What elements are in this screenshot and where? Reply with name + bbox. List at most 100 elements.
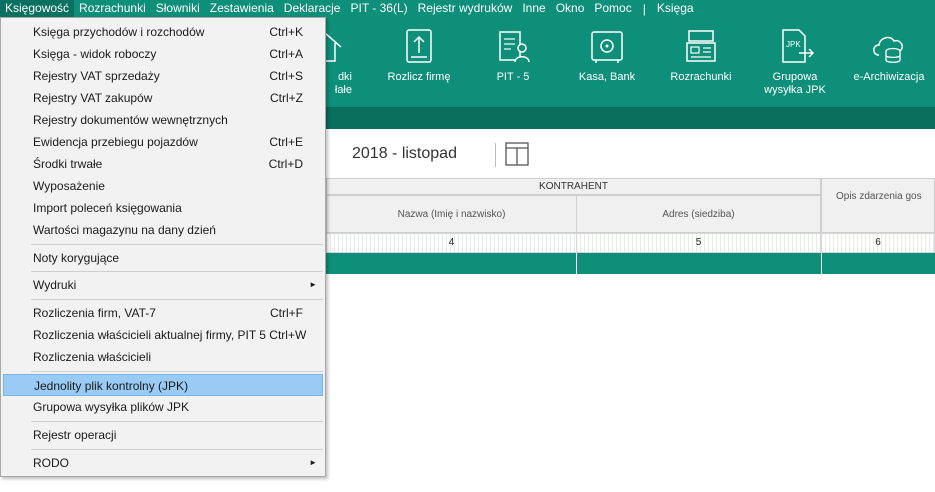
table-row[interactable] bbox=[326, 253, 577, 274]
menu-separator bbox=[31, 271, 323, 272]
menu-item-label: Jednolity plik kontrolny (JPK) bbox=[34, 379, 189, 393]
menu-item-wyposazenie[interactable]: Wyposażenie bbox=[3, 175, 323, 197]
column-layout-icon[interactable] bbox=[505, 142, 529, 169]
cloud-database-icon bbox=[873, 36, 903, 63]
menu-item-rozliczenia-wlascicieli[interactable]: Rozliczenia właścicieli bbox=[3, 346, 323, 368]
menu-item-rozliczenia-wlascicieli-aktualnej-firmy[interactable]: Rozliczenia właścicieli aktualnej firmy,… bbox=[3, 324, 323, 346]
menu-item-label: Środki trwałe bbox=[33, 157, 103, 171]
menu-item-noty-korygujace[interactable]: Noty korygujące bbox=[3, 247, 323, 269]
kontrahent-group-header: KONTRAHENT bbox=[326, 178, 821, 195]
menu-item-shortcut: Ctrl+S bbox=[269, 69, 303, 83]
toolbar-pit5-button[interactable]: PIT - 5 bbox=[468, 27, 558, 84]
menu-item-label: Grupowa wysyłka plików JPK bbox=[33, 400, 190, 414]
menu-item-label: RODO bbox=[33, 456, 69, 470]
menu-rejestr-wydrukow[interactable]: Rejestr wydruków bbox=[413, 0, 518, 17]
document-upload-icon bbox=[406, 29, 432, 63]
toolbar-grupowa-label: Grupowa bbox=[772, 71, 818, 83]
menu-zestawienia[interactable]: Zestawienia bbox=[205, 0, 279, 17]
col-header-address[interactable]: Adres (siedziba) bbox=[576, 195, 821, 233]
toolbar-grupowa-wysylka-jpk-button[interactable]: JPK Grupowa wysyłka JPK bbox=[750, 27, 840, 97]
col-header-name[interactable]: Nazwa (Imię i nazwisko) bbox=[326, 195, 577, 233]
col-header-opis[interactable]: Opis zdarzenia gos bbox=[821, 178, 935, 233]
menu-item-jednolity-plik-kontrolny[interactable]: Jednolity plik kontrolny (JPK) bbox=[3, 374, 323, 396]
submenu-arrow-icon: ► bbox=[309, 280, 317, 289]
menu-bar: Księgowość Rozrachunki Słowniki Zestawie… bbox=[0, 0, 935, 17]
col-number-4: 4 bbox=[326, 233, 577, 253]
menu-item-label: Rejestry VAT sprzedaży bbox=[33, 69, 160, 83]
menu-item-ewidencja-przebiegu-pojazdow[interactable]: Ewidencja przebiegu pojazdów Ctrl+E bbox=[3, 131, 323, 153]
menu-item-shortcut: Ctrl+A bbox=[269, 47, 303, 61]
toolbar-e-archiwizacja-button[interactable]: e-Archiwizacja bbox=[844, 27, 934, 84]
period-divider bbox=[495, 143, 496, 167]
menu-item-rejestry-vat-sprzedazy[interactable]: Rejestry VAT sprzedaży Ctrl+S bbox=[3, 65, 323, 87]
svg-text:JPK: JPK bbox=[786, 40, 801, 49]
menu-item-ksiega-przychodow[interactable]: Księga przychodów i rozchodów Ctrl+K bbox=[3, 21, 323, 43]
menu-item-label: Rozliczenia właścicieli bbox=[33, 350, 152, 364]
menu-item-rejestry-dokumentow-wewnetrznych[interactable]: Rejestry dokumentów wewnętrznych bbox=[3, 109, 323, 131]
menu-item-label: Wartości magazynu na dany dzień bbox=[33, 223, 216, 237]
menu-deklaracje[interactable]: Deklaracje bbox=[279, 0, 346, 17]
col-number-6: 6 bbox=[821, 233, 935, 253]
period-label: 2018 - listopad bbox=[352, 145, 457, 162]
menu-okno[interactable]: Okno bbox=[551, 0, 590, 17]
menu-item-rozliczenia-firm-vat7[interactable]: Rozliczenia firm, VAT-7 Ctrl+F bbox=[3, 302, 323, 324]
ksiegowosc-dropdown-menu: Księga przychodów i rozchodów Ctrl+K Ksi… bbox=[0, 17, 326, 477]
toolbar-kasa-bank-label: Kasa, Bank bbox=[578, 71, 636, 83]
menu-pit36[interactable]: PIT - 36(L) bbox=[345, 0, 412, 17]
menu-item-label: Wydruki bbox=[33, 278, 77, 292]
menu-item-rejestr-operacji[interactable]: Rejestr operacji bbox=[3, 424, 323, 446]
menu-rozrachunki[interactable]: Rozrachunki bbox=[74, 0, 151, 17]
menu-item-shortcut: Ctrl+D bbox=[268, 157, 303, 171]
menu-slowniki[interactable]: Słowniki bbox=[151, 0, 205, 17]
menu-item-label: Import poleceń księgowania bbox=[33, 201, 182, 215]
menu-item-shortcut: Ctrl+K bbox=[269, 25, 303, 39]
menu-item-wartosci-magazynu[interactable]: Wartości magazynu na dany dzień bbox=[3, 219, 323, 241]
submenu-arrow-icon: ► bbox=[309, 458, 317, 467]
menu-item-rejestry-vat-zakupow[interactable]: Rejestry VAT zakupów Ctrl+Z bbox=[3, 87, 323, 109]
cash-register-icon bbox=[686, 30, 716, 62]
menu-pomoc[interactable]: Pomoc bbox=[589, 0, 636, 17]
menu-item-label: Rozliczenia firm, VAT-7 bbox=[33, 306, 156, 320]
menu-item-srodki-trwale[interactable]: Środki trwałe Ctrl+D bbox=[3, 153, 323, 175]
menu-item-label: Rejestry dokumentów wewnętrznych bbox=[33, 113, 228, 127]
menu-separator: | bbox=[642, 1, 646, 16]
toolbar-rozrachunki-button[interactable]: Rozrachunki bbox=[656, 27, 746, 84]
toolbar-partial-label-2: łałe bbox=[334, 84, 352, 96]
menu-separator bbox=[31, 299, 323, 300]
menu-item-label: Rozliczenia właścicieli aktualnej firmy,… bbox=[33, 328, 307, 342]
menu-item-label: Noty korygujące bbox=[33, 251, 120, 265]
menu-item-import-polecen-ksiegowania[interactable]: Import poleceń księgowania bbox=[3, 197, 323, 219]
toolbar-pit5-label: PIT - 5 bbox=[496, 71, 530, 83]
menu-inne[interactable]: Inne bbox=[517, 0, 550, 17]
menu-item-label: Ewidencja przebiegu pojazdów bbox=[33, 135, 198, 149]
menu-item-shortcut: Ctrl+E bbox=[269, 135, 303, 149]
menu-item-label: Księga - widok roboczy bbox=[33, 47, 157, 61]
menu-item-ksiega-widok-roboczy[interactable]: Księga - widok roboczy Ctrl+A bbox=[3, 43, 323, 65]
menu-ksiega[interactable]: Księga bbox=[652, 0, 699, 17]
menu-item-label: Księga przychodów i rozchodów bbox=[33, 25, 205, 39]
menu-item-wydruki[interactable]: Wydruki ► bbox=[3, 274, 323, 296]
toolbar-rozrachunki-label: Rozrachunki bbox=[670, 71, 732, 83]
menu-separator bbox=[31, 371, 323, 372]
toolbar-e-archiwizacja-label: e-Archiwizacja bbox=[853, 71, 925, 83]
menu-ksiegowosc[interactable]: Księgowość bbox=[0, 0, 75, 17]
menu-item-shortcut: Ctrl+Z bbox=[270, 91, 303, 105]
person-form-icon bbox=[499, 31, 530, 63]
toolbar-partial-label: dki bbox=[337, 71, 352, 83]
menu-item-rodo[interactable]: RODO ► bbox=[3, 452, 323, 474]
table-row[interactable] bbox=[822, 253, 935, 274]
toolbar-rozlicz-firme-label: Rozlicz firmę bbox=[387, 71, 451, 83]
menu-separator bbox=[31, 421, 323, 422]
table-row[interactable] bbox=[577, 253, 822, 274]
menu-separator bbox=[31, 244, 323, 245]
menu-item-shortcut: Ctrl+F bbox=[270, 306, 303, 320]
menu-item-label: Rejestry VAT zakupów bbox=[33, 91, 153, 105]
menu-item-label: Wyposażenie bbox=[33, 179, 105, 193]
menu-item-label: Rejestr operacji bbox=[33, 428, 117, 442]
toolbar-kasa-bank-button[interactable]: Kasa, Bank bbox=[562, 27, 652, 84]
menu-separator bbox=[31, 449, 323, 450]
menu-item-grupowa-wysylka-jpk[interactable]: Grupowa wysyłka plików JPK bbox=[3, 396, 323, 418]
toolbar-wysylka-jpk-label: wysyłka JPK bbox=[764, 84, 826, 96]
col-number-5: 5 bbox=[576, 233, 821, 253]
toolbar-rozlicz-firme-button[interactable]: Rozlicz firmę bbox=[374, 27, 464, 84]
